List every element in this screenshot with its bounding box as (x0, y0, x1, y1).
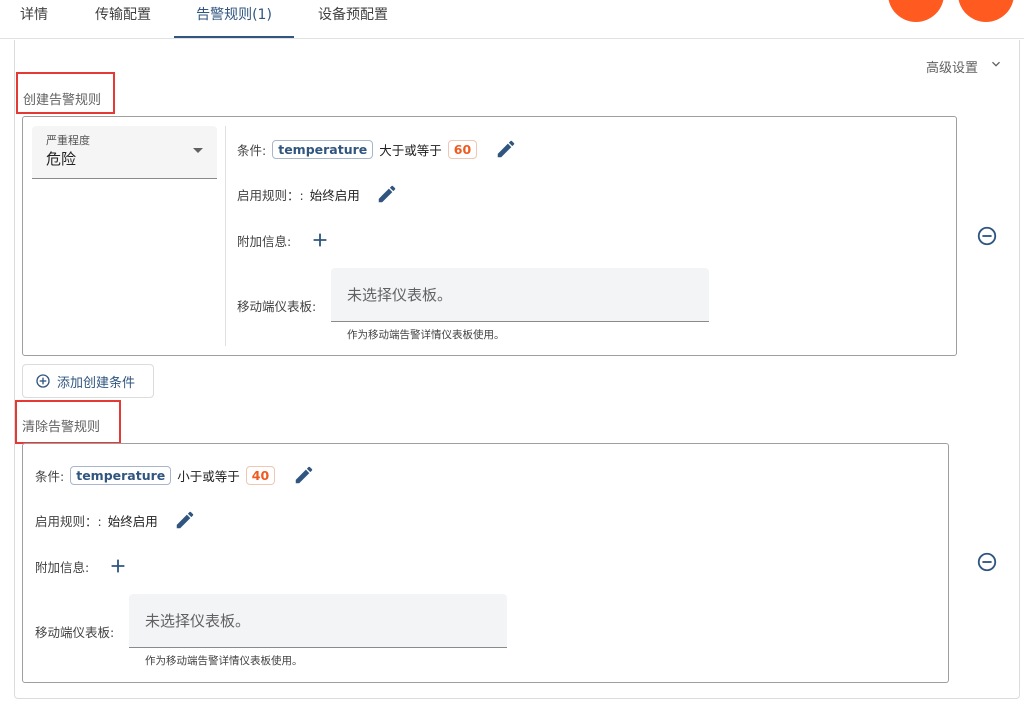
clear-rule-title: 清除告警规则 (22, 420, 101, 435)
clear-schedule-value: 始终启用 (107, 513, 158, 529)
tab-device-provisioning[interactable]: 设备预配置 (306, 0, 400, 36)
add-info-plus-icon[interactable] (309, 229, 331, 251)
additional-info-label: 附加信息: (237, 233, 292, 249)
add-circle-icon (36, 374, 50, 388)
clear-additional-info-label: 附加信息: (35, 559, 90, 575)
edit-clear-condition-pencil-icon[interactable] (293, 464, 315, 486)
chevron-down-icon (988, 56, 1004, 76)
fab-button-2[interactable] (958, 0, 1014, 22)
clear-additional-info-row: 附加信息: (35, 555, 129, 577)
clear-add-info-plus-icon[interactable] (107, 555, 129, 577)
edit-schedule-pencil-icon[interactable] (376, 183, 398, 205)
clear-schedule-row: 启用规则：: 始终启用 (35, 509, 196, 531)
add-create-condition-button[interactable]: 添加创建条件 (22, 364, 154, 398)
condition-value-chip: 60 (447, 139, 478, 159)
edit-condition-pencil-icon[interactable] (495, 138, 517, 160)
divider (225, 126, 226, 346)
clear-condition-operator: 小于或等于 (177, 468, 240, 484)
dropdown-arrow-icon (193, 148, 203, 153)
create-rules-title: 创建告警规则 (23, 93, 102, 108)
tab-alarm-rules[interactable]: 告警规则(1) (174, 0, 294, 38)
severity-value: 危险 (46, 150, 77, 168)
clear-dashboard-select[interactable]: 未选择仪表板。 (129, 594, 507, 648)
severity-label: 严重程度 (46, 134, 90, 147)
create-schedule-row: 启用规则：: 始终启用 (237, 183, 398, 205)
severity-select[interactable]: 严重程度 危险 (32, 126, 217, 179)
tab-details[interactable]: 详情 (8, 0, 60, 36)
clear-condition-label: 条件: (35, 468, 65, 484)
tab-bar: 详情 传输配置 告警规则(1) 设备预配置 (0, 0, 1024, 39)
dashboard-hint: 作为移动端告警详情仪表板使用。 (347, 329, 505, 341)
dashboard-placeholder: 未选择仪表板。 (347, 286, 453, 304)
dashboard-select[interactable]: 未选择仪表板。 (331, 268, 709, 322)
condition-operator: 大于或等于 (379, 142, 442, 158)
clear-condition-row: 条件: temperature 小于或等于 40 (35, 464, 315, 486)
clear-condition-value-chip: 40 (245, 465, 276, 485)
advanced-settings-label: 高级设置 (925, 60, 978, 76)
schedule-label: 启用规则：: (237, 187, 304, 203)
fab-button-1[interactable] (888, 0, 944, 22)
edit-clear-schedule-pencil-icon[interactable] (174, 509, 196, 531)
dashboard-label: 移动端仪表板: (237, 299, 317, 314)
condition-label: 条件: (237, 142, 267, 158)
advanced-settings-toggle[interactable]: 高级设置 (926, 56, 1004, 76)
clear-schedule-label: 启用规则：: (35, 513, 102, 529)
clear-condition-key-chip: temperature (70, 465, 172, 485)
clear-dashboard-placeholder: 未选择仪表板。 (145, 612, 251, 630)
clear-dashboard-label: 移动端仪表板: (35, 625, 115, 640)
add-create-condition-label: 添加创建条件 (57, 375, 136, 391)
condition-key-chip: temperature (272, 139, 374, 159)
clear-dashboard-hint: 作为移动端告警详情仪表板使用。 (145, 655, 303, 667)
remove-circle-icon[interactable] (976, 225, 998, 247)
create-additional-info-row: 附加信息: (237, 229, 331, 251)
schedule-value: 始终启用 (309, 187, 360, 203)
create-condition-row: 条件: temperature 大于或等于 60 (237, 138, 517, 160)
remove-circle-icon[interactable] (976, 551, 998, 573)
tab-transport-config[interactable]: 传输配置 (78, 0, 168, 36)
